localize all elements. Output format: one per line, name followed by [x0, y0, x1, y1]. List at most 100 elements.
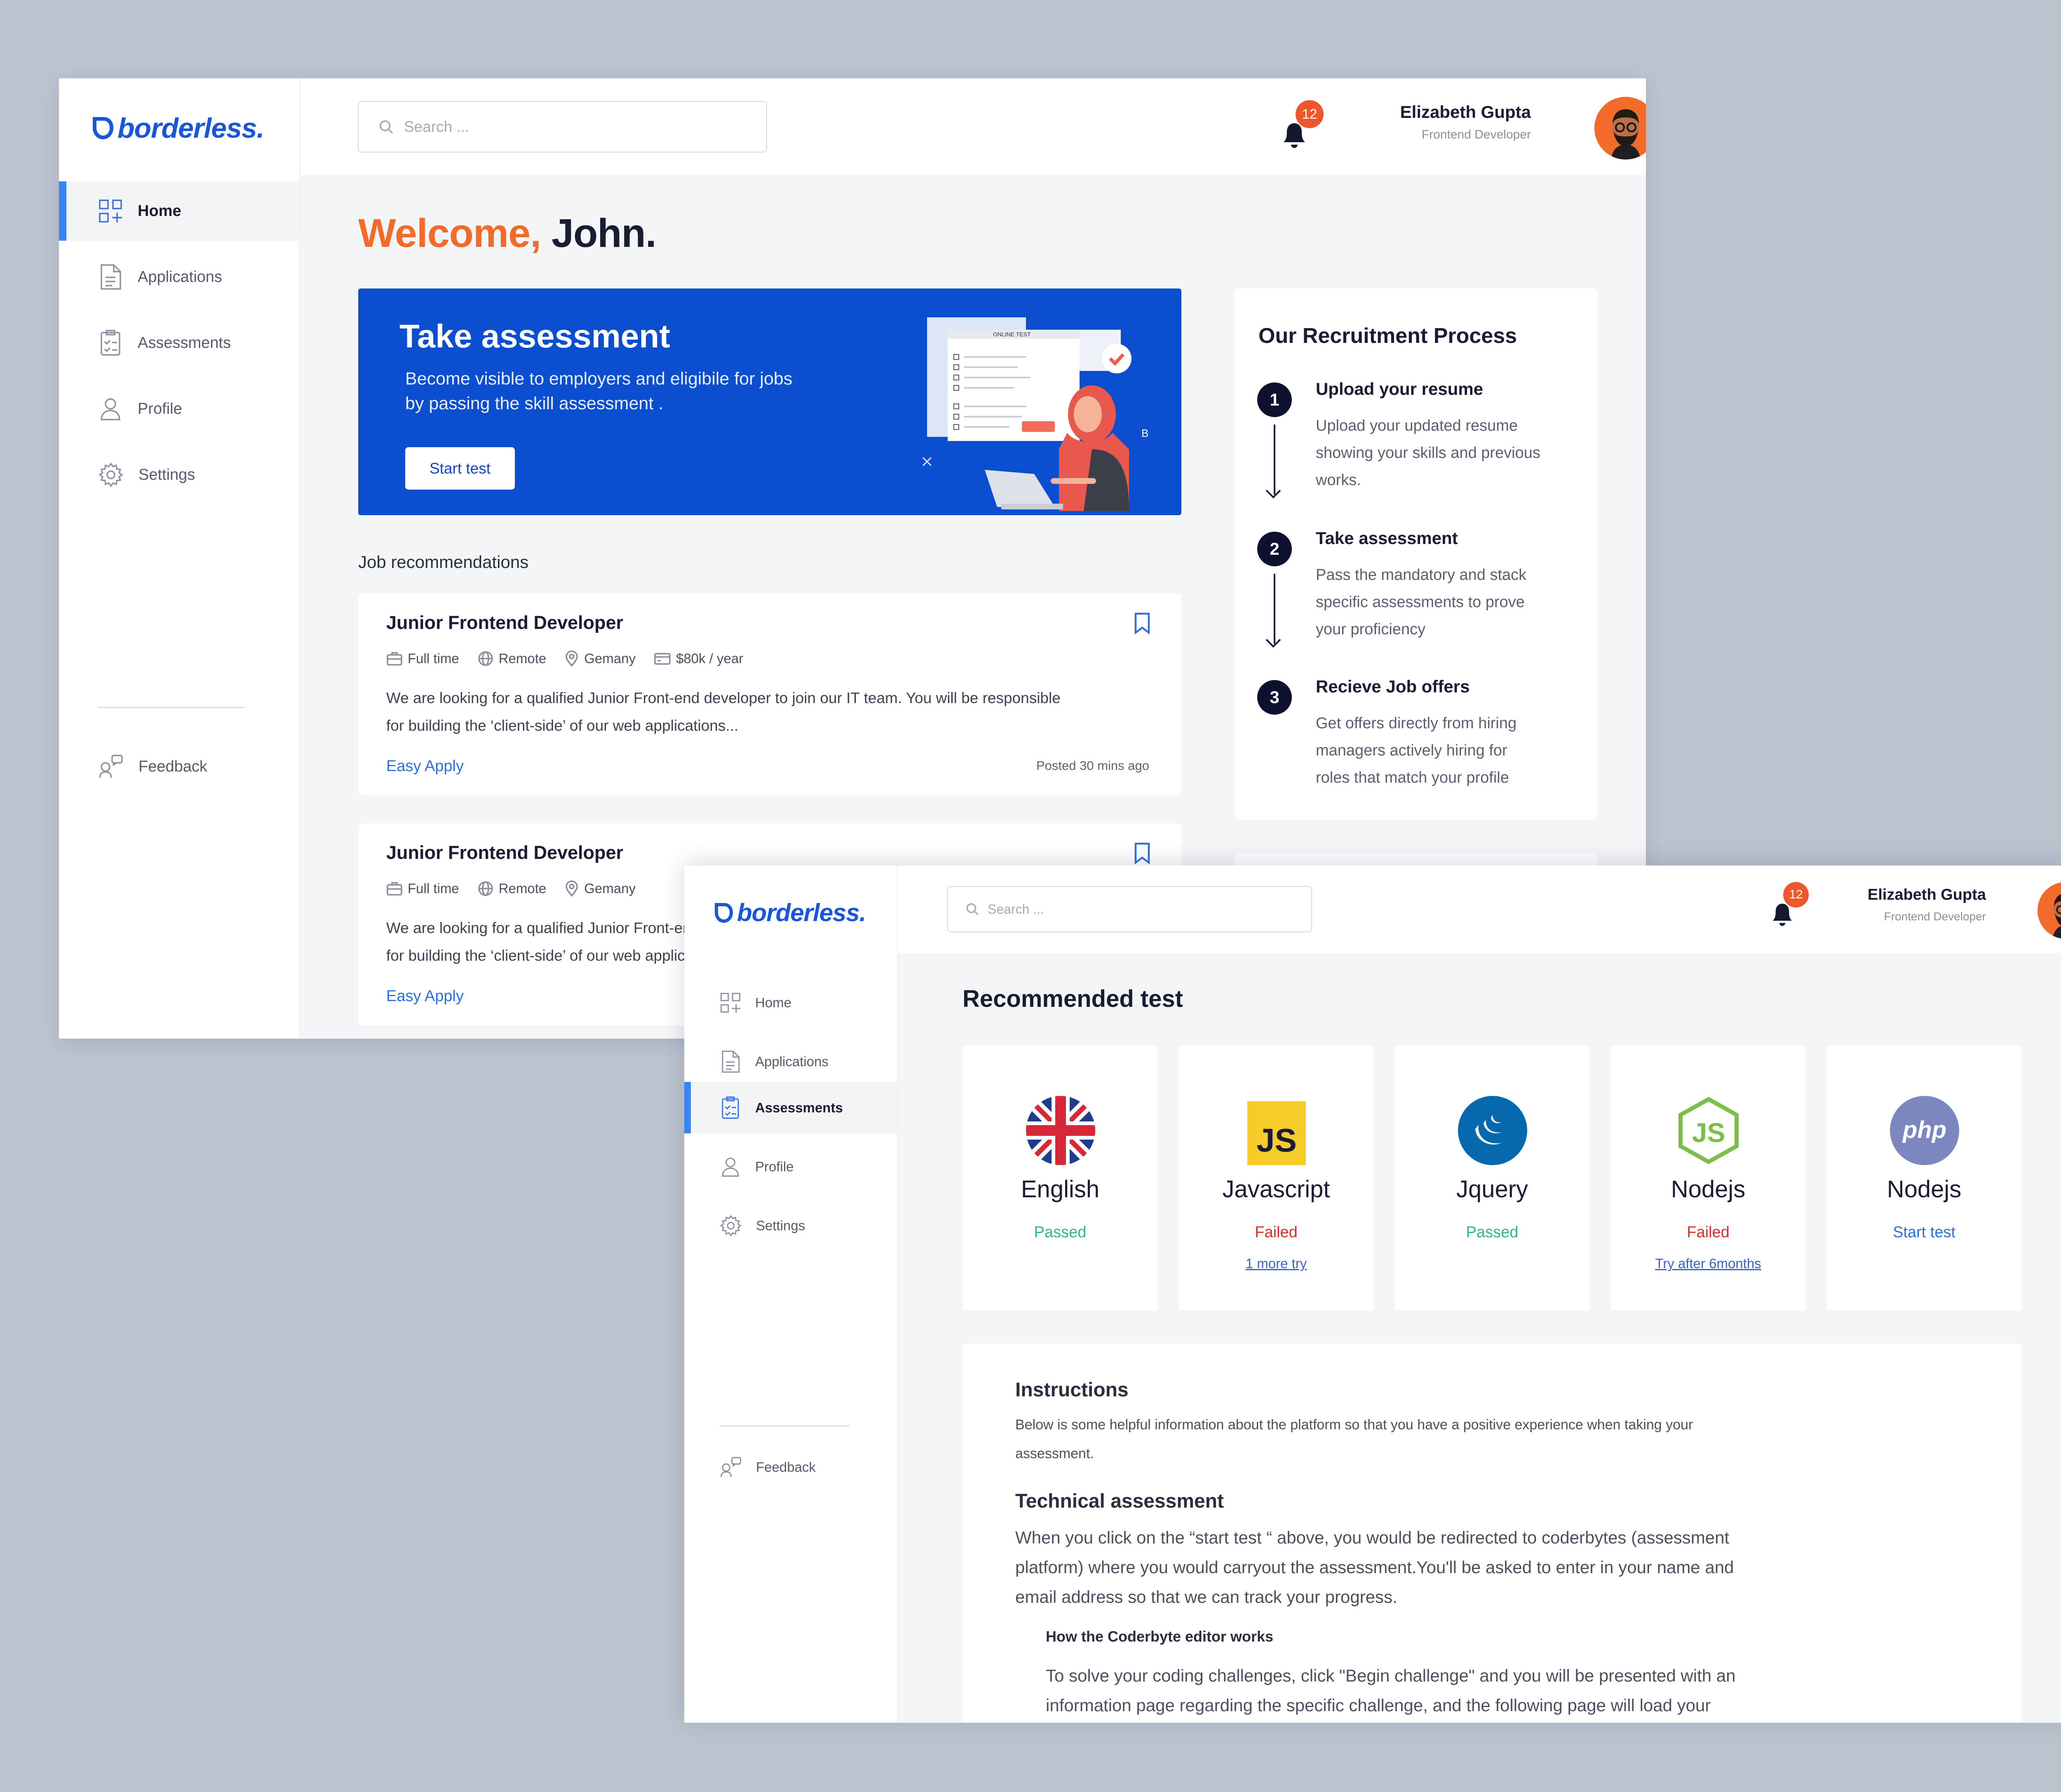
sidebar-item-applications[interactable]: Applications	[59, 247, 299, 307]
globe-icon	[478, 881, 493, 896]
coderbyte-editor-text: To solve your coding challenges, click "…	[1046, 1666, 1736, 1715]
job-meta: Full time Remote Gemany $80k / year	[386, 650, 761, 667]
grid-plus-icon	[99, 199, 122, 223]
search-input[interactable]: Search ...	[358, 101, 767, 152]
job-meta: Full time Remote Gemany	[386, 880, 654, 897]
test-card-english[interactable]: English Passed	[962, 1046, 1158, 1310]
test-status: Failed	[1687, 1224, 1730, 1241]
document-icon	[101, 264, 121, 290]
sidebar-item-label: Home	[755, 995, 792, 1010]
sidebar-item-feedback[interactable]: Feedback	[59, 746, 299, 787]
sidebar-item-profile[interactable]: Profile	[684, 1141, 897, 1192]
svg-text:ONLINE TEST: ONLINE TEST	[993, 331, 1031, 338]
notification-bell[interactable]: 12	[1768, 882, 1809, 928]
sidebar-item-home[interactable]: Home	[59, 181, 299, 241]
sidebar-item-label: Applications	[138, 268, 222, 286]
briefcase-icon	[387, 652, 402, 666]
step-title: Recieve Job offers	[1316, 677, 1470, 696]
assessments-screen: borderless. Home Applications Assessment…	[684, 866, 2061, 1723]
test-name: Nodejs	[1887, 1176, 1962, 1203]
javascript-icon: JS	[1247, 1101, 1306, 1165]
sidebar-item-profile[interactable]: Profile	[59, 379, 299, 439]
retry-link[interactable]: Try after 6months	[1610, 1256, 1806, 1271]
sidebar: borderless. Home Applications Assessment…	[684, 866, 898, 1723]
sidebar-item-applications[interactable]: Applications	[684, 1036, 897, 1087]
down-arrow-icon	[1274, 574, 1275, 644]
instructions-text: Below is some helpful information about …	[1015, 1417, 1693, 1461]
notification-bell[interactable]: 12	[1278, 100, 1324, 150]
document-icon	[722, 1050, 740, 1073]
job-card[interactable]: Junior Frontend Developer Full time Remo…	[358, 593, 1181, 795]
banner-text: by passing the skill assessment .	[405, 394, 664, 413]
user-icon	[722, 1157, 739, 1177]
step-description: Upload your updated resume showing your s…	[1316, 417, 1540, 489]
test-status: Failed	[1255, 1224, 1298, 1241]
bookmark-icon[interactable]	[1133, 842, 1151, 865]
test-card-javascript[interactable]: JS Javascript Failed 1 more try	[1178, 1046, 1374, 1310]
retry-link[interactable]: 1 more try	[1178, 1256, 1374, 1271]
sidebar-item-label: Settings	[138, 466, 195, 483]
avatar[interactable]	[2038, 882, 2061, 939]
search-input[interactable]: Search ...	[947, 886, 1312, 932]
job-title[interactable]: Junior Frontend Developer	[386, 842, 623, 863]
svg-text:JS: JS	[1692, 1117, 1725, 1148]
assessment-banner: Take assessment Become visible to employ…	[358, 289, 1181, 515]
bookmark-icon[interactable]	[1133, 612, 1151, 635]
start-test-button[interactable]: Start test	[405, 447, 515, 490]
online-test-illustration: ONLINE TEST B C	[922, 317, 1148, 511]
banner-title: Take assessment	[399, 318, 670, 354]
feedback-icon	[721, 1457, 741, 1477]
process-title: Our Recruitment Process	[1258, 324, 1517, 348]
sidebar-item-label: Settings	[756, 1217, 805, 1233]
test-name: Javascript	[1222, 1176, 1330, 1203]
welcome-heading: Welcome, John.	[358, 211, 657, 256]
sidebar-item-settings[interactable]: Settings	[59, 445, 299, 504]
easy-apply-link[interactable]: Easy Apply	[386, 758, 464, 775]
sidebar-item-label: Assessments	[755, 1100, 843, 1115]
test-status: Passed	[1466, 1224, 1519, 1241]
briefcase-icon	[387, 882, 402, 896]
top-header: Search ... 12 Elizabeth Gupta Frontend D…	[300, 78, 1646, 175]
sidebar-item-home[interactable]: Home	[684, 977, 897, 1028]
user-name: Elizabeth Gupta	[1400, 102, 1531, 122]
start-test-link[interactable]: Start test	[1826, 1224, 2022, 1241]
test-name: Nodejs	[1671, 1176, 1746, 1203]
technical-assessment-title: Technical assessment	[1015, 1490, 1224, 1512]
easy-apply-link[interactable]: Easy Apply	[386, 987, 464, 1005]
logo[interactable]: borderless.	[715, 898, 866, 927]
instructions-title: Instructions	[1015, 1379, 1129, 1401]
wallet-icon	[654, 653, 671, 665]
sidebar-item-label: Assessments	[138, 334, 231, 352]
sidebar-item-label: Applications	[755, 1053, 829, 1069]
test-card-nodejs[interactable]: JS Nodejs Failed Try after 6months	[1610, 1046, 1806, 1310]
jquery-icon	[1458, 1096, 1527, 1165]
sidebar-item-assessments[interactable]: Assessments	[59, 313, 299, 373]
avatar-illustration	[2038, 882, 2061, 939]
sidebar-item-settings[interactable]: Settings	[684, 1200, 897, 1251]
test-card-jquery[interactable]: Jquery Passed	[1394, 1046, 1590, 1310]
coderbyte-editor-title: How the Coderbyte editor works	[1046, 1628, 1274, 1645]
test-card-php[interactable]: php Nodejs Start test	[1826, 1046, 2022, 1310]
sidebar-item-label: Feedback	[756, 1459, 816, 1475]
php-icon: php	[1890, 1096, 1959, 1165]
sidebar-item-assessments[interactable]: Assessments	[684, 1082, 897, 1133]
sidebar-item-feedback[interactable]: Feedback	[684, 1447, 897, 1488]
logo[interactable]: borderless.	[93, 112, 265, 144]
step-number: 3	[1257, 680, 1292, 715]
test-name: Jquery	[1456, 1176, 1528, 1203]
step-title: Take assessment	[1316, 528, 1458, 548]
sidebar-item-label: Feedback	[138, 758, 207, 775]
grid-plus-icon	[720, 992, 741, 1013]
gear-icon	[720, 1215, 742, 1236]
location-pin-icon	[566, 650, 578, 667]
sidebar-item-label: Profile	[138, 400, 182, 418]
clipboard-check-icon	[101, 330, 120, 356]
avatar-illustration	[1594, 97, 1646, 159]
banner-text: Become visible to employers and eligibil…	[405, 369, 793, 389]
globe-icon	[478, 651, 493, 666]
top-header: Search ... 12 Elizabeth Gupta Frontend D…	[898, 866, 2061, 953]
sidebar-item-label: Profile	[755, 1159, 794, 1174]
step-title: Upload your resume	[1316, 379, 1484, 399]
job-title[interactable]: Junior Frontend Developer	[386, 612, 623, 633]
avatar[interactable]	[1594, 97, 1646, 159]
